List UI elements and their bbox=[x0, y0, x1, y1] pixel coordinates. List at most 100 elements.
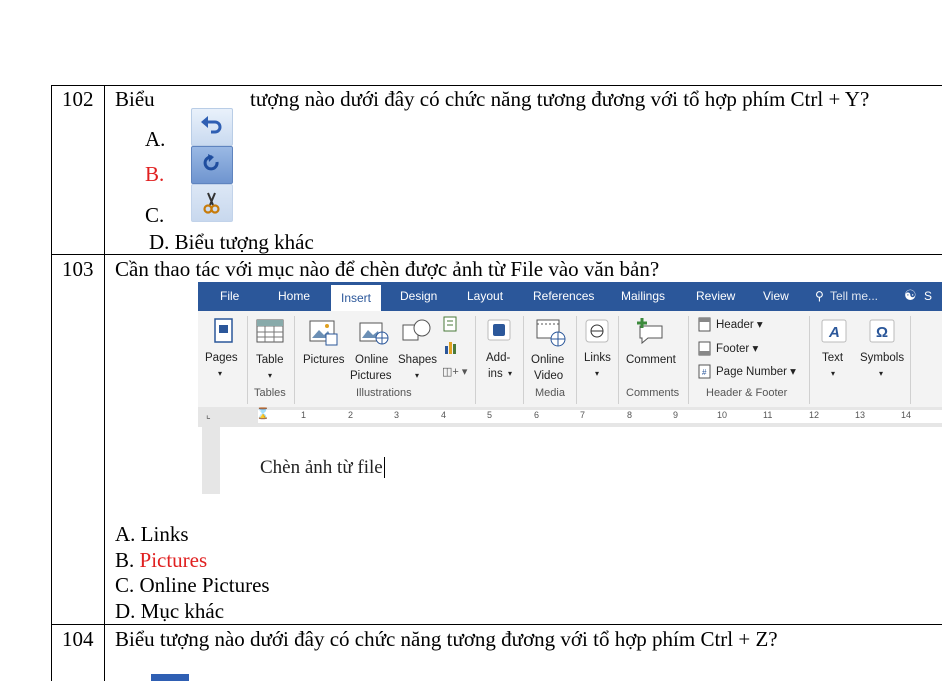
group-separator bbox=[475, 316, 476, 404]
online-pictures-button: Online bbox=[355, 354, 389, 366]
ruler-number: 2 bbox=[348, 410, 354, 420]
ruler-number: 6 bbox=[534, 410, 540, 420]
group-separator bbox=[247, 316, 248, 404]
table-column-divider bbox=[104, 85, 105, 681]
ruler-number: 5 bbox=[487, 410, 493, 420]
undo-icon bbox=[191, 108, 233, 146]
group-separator bbox=[294, 316, 295, 404]
vertical-ruler bbox=[202, 427, 220, 494]
svg-text:Ω: Ω bbox=[876, 324, 888, 341]
tab-insert: Insert bbox=[331, 285, 382, 311]
add-ins-icon bbox=[487, 319, 511, 341]
option-c-label: C. bbox=[145, 203, 165, 227]
table-button: Table bbox=[256, 354, 284, 366]
lightbulb-icon: ⚲ bbox=[815, 289, 824, 303]
ruler-number: 14 bbox=[901, 410, 912, 420]
footer-icon bbox=[698, 341, 711, 356]
page-number-icon: # bbox=[698, 364, 711, 379]
horizontal-ruler: ⌞ ⌛ 1 2 3 4 5 6 7 8 9 10 11 12 13 14 bbox=[198, 407, 942, 427]
ruler-number: 13 bbox=[855, 410, 866, 420]
group-label-header-footer: Header & Footer bbox=[706, 387, 788, 399]
question-stem: Biểu tượng nào dưới đây có chức năng tươ… bbox=[115, 627, 778, 651]
cut-scissors-icon bbox=[191, 184, 233, 222]
online-pictures-button: Pictures bbox=[350, 370, 392, 382]
page-number-button: Page Number ▾ bbox=[716, 366, 796, 378]
ruler-number: 7 bbox=[580, 410, 586, 420]
tab-references: References bbox=[533, 289, 595, 303]
group-separator bbox=[910, 316, 911, 404]
pages-icon bbox=[214, 318, 233, 343]
screenshot-icon: ◫+ ▾ bbox=[442, 366, 468, 378]
share-label: S bbox=[924, 289, 933, 303]
footer-button: Footer ▾ bbox=[716, 343, 759, 355]
table-border-top bbox=[51, 85, 942, 86]
add-ins-button: Add- bbox=[486, 352, 511, 364]
option-b-label: B. bbox=[145, 162, 165, 186]
links-icon bbox=[585, 319, 609, 343]
question-stem: Biểu bbox=[115, 87, 155, 111]
tab-file: File bbox=[220, 289, 240, 303]
table-row-divider bbox=[51, 254, 942, 255]
shapes-icon bbox=[402, 319, 431, 341]
chevron-down-icon: ▾ bbox=[831, 369, 836, 378]
ribbon-tab-bar: File Home Insert Design Layout Reference… bbox=[198, 282, 942, 311]
tell-me-search: Tell me... bbox=[830, 289, 879, 303]
indent-marker-icon: ⌛ bbox=[256, 408, 270, 420]
group-separator bbox=[618, 316, 619, 404]
shapes-button: Shapes bbox=[398, 354, 438, 366]
ruler-number: 1 bbox=[301, 410, 307, 420]
add-ins-button: ins bbox=[488, 368, 503, 380]
chevron-down-icon: ▾ bbox=[508, 369, 513, 378]
option-d: D. Mục khác bbox=[115, 599, 225, 623]
tab-review: Review bbox=[696, 289, 736, 303]
group-label-illustrations: Illustrations bbox=[356, 387, 412, 399]
tab-home: Home bbox=[278, 289, 311, 303]
option-b: B. Pictures bbox=[115, 548, 208, 572]
group-label-media: Media bbox=[535, 387, 565, 399]
ruler-number: 12 bbox=[809, 410, 820, 420]
icon-partial bbox=[151, 674, 189, 681]
smartart-icon bbox=[443, 316, 457, 332]
symbols-button: Symbols bbox=[860, 352, 905, 364]
comment-button: Comment bbox=[626, 354, 676, 366]
online-video-icon bbox=[536, 319, 566, 347]
chevron-down-icon: ▾ bbox=[879, 369, 884, 378]
share-user-icon: ☯ bbox=[904, 287, 917, 303]
redo-icon bbox=[191, 146, 233, 184]
links-button: Links bbox=[584, 352, 611, 364]
header-icon bbox=[698, 317, 711, 332]
group-separator bbox=[809, 316, 810, 404]
option-c: C. Online Pictures bbox=[115, 573, 270, 597]
text-box-icon: A bbox=[821, 319, 847, 343]
ruler-number: 4 bbox=[441, 410, 447, 420]
option-a-label: A. bbox=[145, 127, 166, 151]
ruler-number: 10 bbox=[717, 410, 728, 420]
document-text: Chèn ảnh từ file bbox=[260, 457, 385, 478]
pages-button: Pages bbox=[205, 352, 238, 364]
chevron-down-icon: ▾ bbox=[218, 369, 223, 378]
chevron-down-icon: ▾ bbox=[595, 369, 600, 378]
tab-layout: Layout bbox=[467, 289, 504, 303]
ruler-number: 11 bbox=[763, 410, 773, 420]
question-number: 103 bbox=[62, 257, 94, 281]
option-a: A. Links bbox=[115, 522, 189, 546]
pictures-icon bbox=[309, 320, 338, 346]
group-label-comments: Comments bbox=[626, 387, 680, 399]
tab-design: Design bbox=[400, 289, 438, 303]
table-icon bbox=[256, 319, 284, 343]
document-area: Chèn ảnh từ file bbox=[198, 427, 942, 494]
tab-stop-icon: ⌞ bbox=[206, 410, 211, 421]
chart-icon bbox=[445, 342, 456, 354]
group-label-tables: Tables bbox=[254, 387, 286, 399]
option-d-label: D. Biểu tượng khác bbox=[149, 230, 314, 254]
svg-text:A: A bbox=[828, 324, 840, 341]
question-number: 102 bbox=[62, 87, 94, 111]
table-border-left bbox=[51, 85, 52, 681]
online-pictures-icon bbox=[359, 322, 389, 345]
comment-icon bbox=[637, 318, 663, 345]
online-video-button: Online bbox=[531, 354, 565, 366]
tab-view: View bbox=[763, 289, 789, 303]
question-stem: Cần thao tác với mục nào để chèn được ản… bbox=[115, 257, 660, 281]
header-button: Header ▾ bbox=[716, 319, 763, 331]
pictures-button: Pictures bbox=[303, 354, 345, 366]
